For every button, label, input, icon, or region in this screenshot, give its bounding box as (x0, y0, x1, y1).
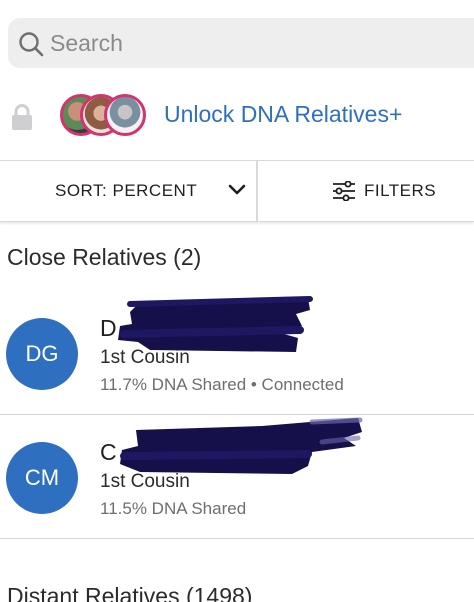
search-icon (19, 32, 44, 57)
relationship-label: 1st Cousin (100, 471, 190, 492)
avatar (104, 94, 146, 136)
relative-row[interactable]: DG D 1st Cousin 11.7% DNA Shared • Conne… (0, 292, 474, 415)
relative-avatars[interactable] (60, 94, 150, 140)
sliders-icon (333, 181, 355, 201)
sort-button[interactable]: SORT: PERCENT (0, 161, 258, 221)
initials-avatar: CM (6, 442, 78, 514)
relationship-label: 1st Cousin (100, 347, 190, 368)
relative-name: C (100, 439, 117, 465)
search-bar[interactable] (8, 18, 474, 68)
unlock-dna-relatives-link[interactable]: Unlock DNA Relatives+ (164, 101, 402, 128)
lock-icon (12, 104, 32, 130)
dna-relatives-screen: Unlock DNA Relatives+ SORT: PERCENT FILT… (0, 0, 474, 602)
distant-relatives-header: Distant Relatives (1498) (7, 583, 253, 602)
relative-name: D (100, 315, 117, 341)
chevron-down-icon (228, 184, 246, 195)
sort-filter-toolbar: SORT: PERCENT FILTERS (0, 160, 474, 222)
filters-button[interactable]: FILTERS (260, 161, 474, 221)
close-relatives-header: Close Relatives (2) (7, 244, 202, 270)
initials-avatar: DG (6, 318, 78, 390)
relative-row[interactable]: CM C 1st Cousin 11.5% DNA Shared (0, 416, 474, 539)
dna-shared-label: 11.5% DNA Shared (100, 499, 247, 518)
sort-label: SORT: PERCENT (55, 181, 198, 200)
redaction-mark (120, 417, 363, 474)
filters-label: FILTERS (364, 181, 437, 200)
dna-shared-label: 11.7% DNA Shared • Connected (100, 375, 344, 394)
search-input[interactable] (50, 26, 430, 60)
